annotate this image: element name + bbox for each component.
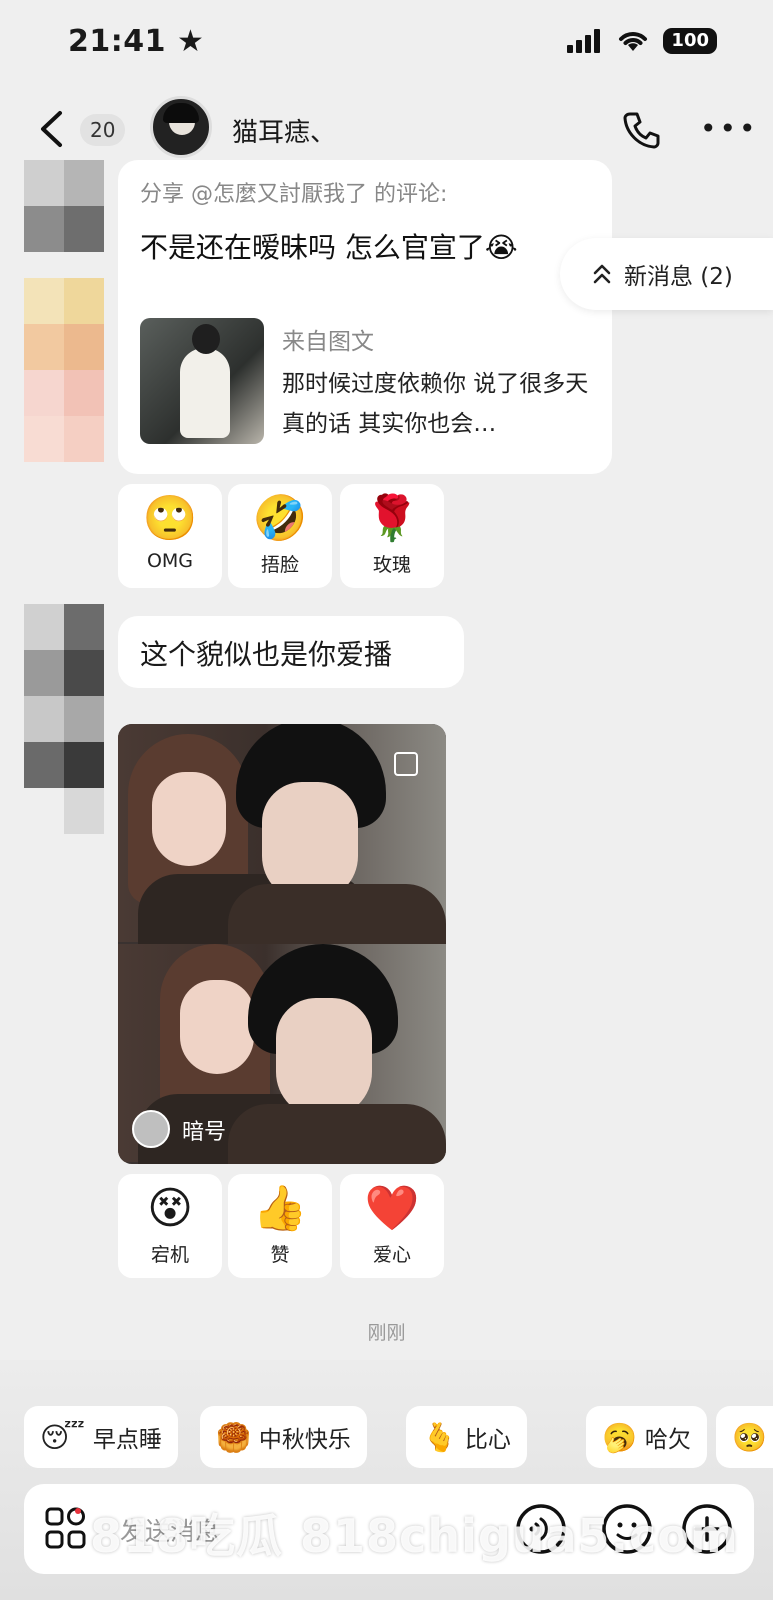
reaction-label: OMG: [146, 550, 194, 572]
rose-emoji-icon: 🌹: [364, 493, 420, 544]
reaction-label: 宕机: [150, 1244, 189, 1266]
crying-laughing-emoji-icon: 🤣: [252, 493, 308, 544]
quick-reply-pleading[interactable]: 🥺: [716, 1406, 773, 1468]
phone-call-icon[interactable]: [622, 110, 662, 150]
eye-roll-emoji-icon: 🙄: [142, 493, 198, 544]
reaction-crash[interactable]: 😵 宕机: [118, 1174, 222, 1278]
chat-header: 20 猫耳痣、 •••: [0, 96, 773, 162]
sender-avatar[interactable]: [24, 604, 104, 834]
reaction-rose[interactable]: 🌹 玫瑰: [340, 484, 444, 588]
reaction-label: 捂脸: [260, 554, 299, 576]
code-label: 暗号: [182, 1120, 227, 1145]
contact-name[interactable]: 猫耳痣、: [232, 112, 336, 149]
dizzy-face-emoji-icon: 😵: [147, 1183, 193, 1234]
contact-avatar[interactable]: [150, 96, 212, 158]
sender-avatar[interactable]: [24, 160, 104, 252]
reaction-facepalm[interactable]: 🤣 捂脸: [228, 484, 332, 588]
reaction-label: 赞: [270, 1244, 290, 1266]
mooncake-emoji-icon: 🥮: [216, 1420, 251, 1454]
yawning-emoji-icon: 🥱: [602, 1420, 637, 1454]
quick-reply-finger-heart[interactable]: 🫰 比心: [406, 1406, 527, 1468]
battery-indicator: 100: [663, 28, 717, 54]
wifi-icon: [619, 32, 648, 51]
shared-comment-text: 不是还在暧昧吗 怎么官宣了😭: [140, 231, 518, 264]
quick-reply-label: 比心: [464, 1427, 511, 1453]
quick-reply-early-sleep[interactable]: 😴 早点睡: [24, 1406, 178, 1468]
quick-reply-yawn[interactable]: 🥱 哈欠: [586, 1406, 707, 1468]
reaction-label: 爱心: [372, 1244, 411, 1266]
double-chevron-up-icon: [593, 264, 611, 284]
unread-count-badge[interactable]: 20: [80, 114, 126, 146]
signal-icon: [567, 29, 601, 53]
photo-message[interactable]: 暗号: [118, 724, 446, 1164]
message-timestamp: 刚刚: [367, 1322, 406, 1344]
finger-heart-emoji-icon: 🫰: [422, 1420, 457, 1454]
reaction-omg[interactable]: 🙄 OMG: [118, 484, 222, 588]
source-label: 来自图文: [282, 329, 374, 355]
code-avatar-icon: [132, 1110, 170, 1148]
sender-avatar[interactable]: [24, 278, 104, 462]
heart-emoji-icon: ❤️: [364, 1183, 420, 1234]
quick-reply-label: 哈欠: [644, 1427, 691, 1453]
reaction-like[interactable]: 👍 赞: [228, 1174, 332, 1278]
watermark-text: 818吃瓜 818chigua5.com: [90, 1509, 739, 1563]
apps-grid-icon[interactable]: [44, 1506, 88, 1550]
status-time: 21:41 ★: [68, 24, 205, 59]
thumbs-up-emoji-icon: 👍: [252, 1183, 308, 1234]
quick-reply-label: 中秋快乐: [258, 1427, 351, 1453]
new-messages-button[interactable]: 新消息 (2): [560, 238, 773, 310]
quick-reply-mid-autumn[interactable]: 🥮 中秋快乐: [200, 1406, 367, 1468]
select-checkbox[interactable]: [394, 752, 418, 776]
reaction-label: 玫瑰: [372, 554, 411, 576]
sleepy-emoji-icon: 😴: [40, 1420, 85, 1454]
back-arrow-icon[interactable]: [38, 110, 64, 148]
more-options-icon[interactable]: •••: [700, 115, 759, 143]
quick-reply-label: 早点睡: [92, 1427, 162, 1453]
reaction-heart[interactable]: ❤️ 爱心: [340, 1174, 444, 1278]
share-title: 分享 @怎麼又討厭我了 的评论:: [140, 182, 448, 207]
status-indicators: 100: [567, 28, 717, 54]
post-snippet: 那时候过度依赖你 说了很多天真的话 其实你也会…: [282, 371, 589, 437]
shared-comment-message[interactable]: 分享 @怎麼又討厭我了 的评论: 不是还在暧昧吗 怎么官宣了😭 来自图文 那时候…: [118, 160, 612, 474]
post-thumbnail[interactable]: [140, 318, 264, 444]
text-message[interactable]: 这个貌似也是你爱播: [118, 616, 464, 688]
star-icon: ★: [176, 24, 205, 59]
new-messages-label: 新消息 (2): [624, 264, 733, 290]
pleading-emoji-icon: 🥺: [732, 1420, 767, 1454]
